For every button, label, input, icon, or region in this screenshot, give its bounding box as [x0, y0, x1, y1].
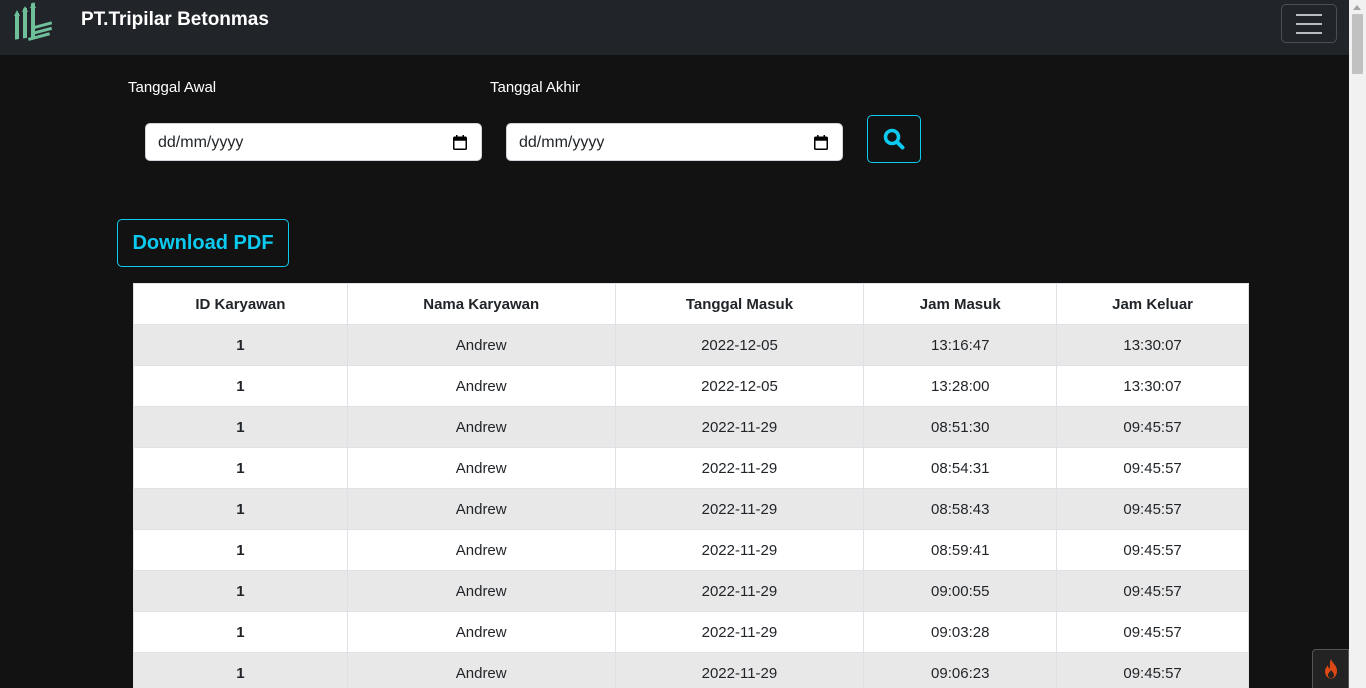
- cell-time-out: 09:45:57: [1056, 652, 1249, 688]
- cell-id: 1: [133, 365, 348, 407]
- cell-time-out: 13:30:07: [1056, 324, 1249, 366]
- cell-id: 1: [133, 447, 348, 489]
- page-scrollbar[interactable]: [1349, 0, 1366, 688]
- cell-name: Andrew: [346, 365, 616, 407]
- cell-date: 2022-12-05: [614, 324, 865, 366]
- cell-date: 2022-11-29: [614, 447, 865, 489]
- cell-date: 2022-11-29: [614, 611, 865, 653]
- navbar: PT.Tripilar Betonmas: [0, 0, 1349, 55]
- cell-time-in: 09:00:55: [863, 570, 1058, 612]
- cell-name: Andrew: [346, 488, 616, 530]
- navbar-toggle-button[interactable]: [1281, 4, 1337, 43]
- end-date-placeholder: dd/mm/yyyy: [519, 134, 605, 151]
- cell-id: 1: [133, 570, 348, 612]
- cell-time-in: 09:06:23: [863, 652, 1058, 688]
- cell-name: Andrew: [346, 447, 616, 489]
- cell-id: 1: [133, 611, 348, 653]
- brand-name[interactable]: PT.Tripilar Betonmas: [81, 9, 269, 31]
- cell-date: 2022-12-05: [614, 365, 865, 407]
- flame-icon: [1324, 659, 1337, 679]
- table-row: 1 Andrew 2022-11-29 08:59:41 09:45:57: [133, 529, 1249, 571]
- cell-time-in: 09:03:28: [863, 611, 1058, 653]
- cell-time-in: 08:58:43: [863, 488, 1058, 530]
- table-row: 1 Andrew 2022-12-05 13:28:00 13:30:07: [133, 365, 1249, 407]
- calendar-icon[interactable]: [453, 135, 467, 150]
- attendance-table: ID Karyawan Nama Karyawan Tanggal Masuk …: [133, 283, 1249, 688]
- cell-time-in: 13:28:00: [863, 365, 1058, 407]
- end-date-input[interactable]: dd/mm/yyyy: [506, 123, 843, 161]
- scrollbar-thumb[interactable]: [1352, 14, 1363, 74]
- table-row: 1 Andrew 2022-11-29 08:54:31 09:45:57: [133, 447, 1249, 489]
- cell-id: 1: [133, 406, 348, 448]
- cell-time-out: 09:45:57: [1056, 406, 1249, 448]
- cell-name: Andrew: [346, 611, 616, 653]
- table-row: 1 Andrew 2022-11-29 08:58:43 09:45:57: [133, 488, 1249, 530]
- cell-id: 1: [133, 324, 348, 366]
- search-button[interactable]: [867, 115, 921, 163]
- end-date-label: Tanggal Akhir: [490, 79, 581, 96]
- table-row: 1 Andrew 2022-11-29 09:06:23 09:45:57: [133, 652, 1249, 688]
- cell-time-out: 09:45:57: [1056, 529, 1249, 571]
- column-header-id[interactable]: ID Karyawan: [133, 283, 348, 325]
- search-icon: [883, 128, 905, 150]
- hamburger-icon: [1296, 13, 1322, 16]
- start-date-label: Tanggal Awal: [128, 79, 217, 96]
- table-row: 1 Andrew 2022-12-05 13:16:47 13:30:07: [133, 324, 1249, 366]
- cell-time-in: 08:51:30: [863, 406, 1058, 448]
- cell-id: 1: [133, 488, 348, 530]
- cell-time-out: 09:45:57: [1056, 611, 1249, 653]
- table-header-row: ID Karyawan Nama Karyawan Tanggal Masuk …: [133, 283, 1249, 325]
- column-header-date[interactable]: Tanggal Masuk: [614, 283, 865, 325]
- cell-name: Andrew: [346, 324, 616, 366]
- cell-date: 2022-11-29: [614, 488, 865, 530]
- column-header-time-in[interactable]: Jam Masuk: [863, 283, 1058, 325]
- cell-time-out: 09:45:57: [1056, 488, 1249, 530]
- cell-time-out: 09:45:57: [1056, 447, 1249, 489]
- cell-date: 2022-11-29: [614, 570, 865, 612]
- download-pdf-button[interactable]: Download PDF: [117, 219, 289, 267]
- cell-date: 2022-11-29: [614, 406, 865, 448]
- cell-time-out: 09:45:57: [1056, 570, 1249, 612]
- table-row: 1 Andrew 2022-11-29 08:51:30 09:45:57: [133, 406, 1249, 448]
- cell-id: 1: [133, 652, 348, 688]
- cell-name: Andrew: [346, 652, 616, 688]
- cell-name: Andrew: [346, 406, 616, 448]
- cell-name: Andrew: [346, 529, 616, 571]
- column-header-name[interactable]: Nama Karyawan: [346, 283, 616, 325]
- column-header-time-out[interactable]: Jam Keluar: [1056, 283, 1249, 325]
- cell-time-out: 13:30:07: [1056, 365, 1249, 407]
- cell-date: 2022-11-29: [614, 652, 865, 688]
- cell-time-in: 13:16:47: [863, 324, 1058, 366]
- calendar-icon[interactable]: [814, 135, 828, 150]
- cell-id: 1: [133, 529, 348, 571]
- cell-time-in: 08:59:41: [863, 529, 1058, 571]
- company-logo[interactable]: [12, 2, 56, 46]
- table-row: 1 Andrew 2022-11-29 09:03:28 09:45:57: [133, 611, 1249, 653]
- table-row: 1 Andrew 2022-11-29 09:00:55 09:45:57: [133, 570, 1249, 612]
- cell-date: 2022-11-29: [614, 529, 865, 571]
- debug-toolbar-button[interactable]: [1312, 649, 1349, 688]
- start-date-placeholder: dd/mm/yyyy: [158, 134, 244, 151]
- cell-name: Andrew: [346, 570, 616, 612]
- start-date-input[interactable]: dd/mm/yyyy: [145, 123, 482, 161]
- cell-time-in: 08:54:31: [863, 447, 1058, 489]
- scroll-up-arrow-icon[interactable]: [1353, 5, 1361, 10]
